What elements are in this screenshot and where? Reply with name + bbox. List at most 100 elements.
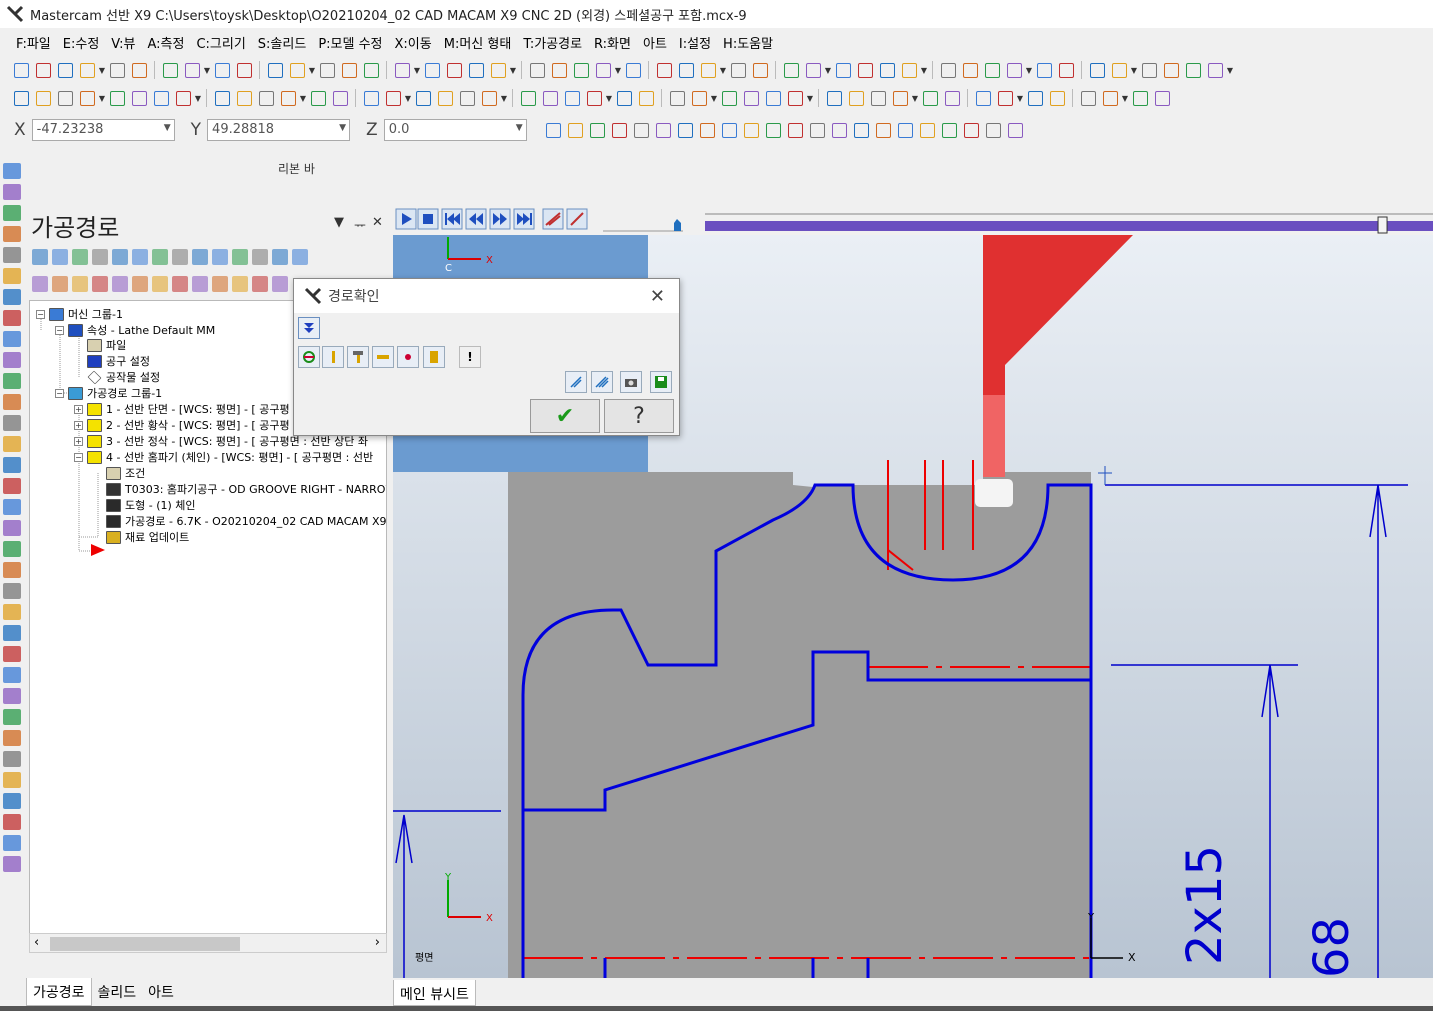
coord-tool-button-icon[interactable] bbox=[786, 120, 806, 140]
toolbar-button-icon[interactable] bbox=[654, 60, 674, 80]
forward-end-button[interactable] bbox=[513, 208, 535, 230]
toolbar-button-icon[interactable] bbox=[960, 60, 980, 80]
toolbar-button-icon[interactable] bbox=[339, 60, 359, 80]
toolbar-button-icon[interactable] bbox=[942, 88, 962, 108]
tree-node[interactable]: +3 - 선반 정삭 - [WCS: 평면] - [ 공구평면 : 선반 상단 … bbox=[74, 434, 368, 449]
toolbar-button-icon[interactable] bbox=[383, 88, 403, 108]
y-coord-field[interactable]: 49.28818 ▼ bbox=[207, 119, 351, 141]
collapse-icon[interactable]: − bbox=[55, 326, 64, 335]
toolbar-button-icon[interactable] bbox=[173, 88, 193, 108]
ok-button[interactable]: ✔ bbox=[530, 399, 600, 433]
panel-tool-icon[interactable] bbox=[152, 249, 168, 265]
coord-tool-button-icon[interactable] bbox=[544, 120, 564, 140]
toolbar-button-icon[interactable] bbox=[1025, 88, 1045, 108]
left-tool-icon[interactable] bbox=[3, 520, 21, 536]
left-tool-icon[interactable] bbox=[3, 583, 21, 599]
left-tool-icon[interactable] bbox=[3, 562, 21, 578]
dialog-option-1-button[interactable] bbox=[298, 346, 320, 368]
toolbar-button-icon[interactable] bbox=[920, 88, 940, 108]
coord-tool-button-icon[interactable] bbox=[896, 120, 916, 140]
chevron-down-icon[interactable]: ▼ bbox=[911, 88, 919, 108]
toolbar-button-icon[interactable] bbox=[234, 60, 254, 80]
toolbar-button-icon[interactable] bbox=[549, 60, 569, 80]
chevron-down-icon[interactable]: ▼ bbox=[203, 60, 211, 80]
toolbar-button-icon[interactable] bbox=[11, 88, 31, 108]
menu-item-3[interactable]: A:측정 bbox=[147, 33, 184, 52]
play-button[interactable] bbox=[395, 208, 417, 230]
toolbar-button-icon[interactable] bbox=[479, 88, 499, 108]
save-button[interactable] bbox=[650, 371, 672, 393]
toolbar-button-icon[interactable] bbox=[676, 60, 696, 80]
toolbar-button-icon[interactable] bbox=[413, 88, 433, 108]
left-tool-icon[interactable] bbox=[3, 436, 21, 452]
toolbar-button-icon[interactable] bbox=[182, 60, 202, 80]
speed-slider[interactable] bbox=[603, 219, 683, 232]
left-tool-icon[interactable] bbox=[3, 205, 21, 221]
menu-item-7[interactable]: X:이동 bbox=[395, 33, 432, 52]
tree-node[interactable]: 조건 bbox=[93, 466, 145, 481]
menu-item-8[interactable]: M:머신 형태 bbox=[444, 33, 512, 52]
panel-tool-icon[interactable] bbox=[92, 249, 108, 265]
toolbar-button-icon[interactable] bbox=[614, 88, 634, 108]
panel-tool-icon[interactable] bbox=[212, 276, 228, 292]
left-tool-icon[interactable] bbox=[3, 415, 21, 431]
chevron-down-icon[interactable]: ▼ bbox=[98, 88, 106, 108]
coord-tool-button-icon[interactable] bbox=[962, 120, 982, 140]
chevron-down-icon[interactable]: ▼ bbox=[1016, 88, 1024, 108]
panel-tool-icon[interactable] bbox=[192, 276, 208, 292]
coord-tool-button-icon[interactable] bbox=[984, 120, 1004, 140]
left-tool-icon[interactable] bbox=[3, 688, 21, 704]
coord-tool-button-icon[interactable] bbox=[764, 120, 784, 140]
dialog-option-3-button[interactable] bbox=[347, 346, 369, 368]
toolbar-button-icon[interactable] bbox=[689, 88, 709, 108]
chevron-down-icon[interactable]: ▼ bbox=[710, 88, 718, 108]
expand-icon[interactable]: + bbox=[74, 437, 83, 446]
panel-tool-icon[interactable] bbox=[272, 249, 288, 265]
chevron-down-icon[interactable]: ▼ bbox=[194, 88, 202, 108]
progress-handle[interactable] bbox=[1377, 216, 1388, 234]
chevron-down-icon[interactable]: ▼ bbox=[1121, 88, 1129, 108]
toolbar-button-icon[interactable] bbox=[466, 60, 486, 80]
coord-tool-button-icon[interactable] bbox=[698, 120, 718, 140]
toolbar-button-icon[interactable] bbox=[55, 88, 75, 108]
toolbar-button-icon[interactable] bbox=[1100, 88, 1120, 108]
toolbar-button-icon[interactable] bbox=[234, 88, 254, 108]
toolbar-button-icon[interactable] bbox=[129, 60, 149, 80]
toolbar-button-icon[interactable] bbox=[457, 88, 477, 108]
panel-tab-0[interactable]: 가공경로 bbox=[26, 978, 92, 1006]
panel-tool-icon[interactable] bbox=[112, 249, 128, 265]
left-tool-icon[interactable] bbox=[3, 709, 21, 725]
toolbar-button-icon[interactable] bbox=[1056, 60, 1076, 80]
left-tool-icon[interactable] bbox=[3, 793, 21, 809]
left-tool-icon[interactable] bbox=[3, 646, 21, 662]
toolbar-button-icon[interactable] bbox=[785, 88, 805, 108]
toolbar-button-icon[interactable] bbox=[667, 88, 687, 108]
toolbar-button-icon[interactable] bbox=[287, 60, 307, 80]
step-back-button[interactable] bbox=[465, 208, 487, 230]
dialog-option-6-button[interactable] bbox=[423, 346, 445, 368]
toolbar-button-icon[interactable] bbox=[728, 60, 748, 80]
toolbar-button-icon[interactable] bbox=[160, 60, 180, 80]
tree-node[interactable]: − 머신 그룹-1 bbox=[36, 307, 123, 322]
path-display-button[interactable] bbox=[542, 208, 564, 230]
toolbar-button-icon[interactable] bbox=[855, 60, 875, 80]
dialog-path-button-1[interactable] bbox=[565, 371, 587, 393]
panel-tool-icon[interactable] bbox=[152, 276, 168, 292]
toolbar-button-icon[interactable] bbox=[256, 88, 276, 108]
left-tool-icon[interactable] bbox=[3, 667, 21, 683]
chevron-down-icon[interactable]: ▼ bbox=[509, 60, 517, 80]
chevron-down-icon[interactable]: ▼ bbox=[404, 88, 412, 108]
tab-main-viewsheet[interactable]: 메인 뷰시트 bbox=[393, 980, 476, 1006]
menu-item-13[interactable]: H:도움말 bbox=[723, 33, 773, 52]
dialog-option-5-button[interactable] bbox=[397, 346, 419, 368]
collapse-expand-button[interactable] bbox=[298, 317, 320, 339]
tree-node[interactable]: +1 - 선반 단면 - [WCS: 평면] - [ 공구평 bbox=[74, 402, 290, 417]
toolbar-button-icon[interactable] bbox=[540, 88, 560, 108]
panel-tool-icon[interactable] bbox=[72, 276, 88, 292]
toolbar-button-icon[interactable] bbox=[77, 60, 97, 80]
toolbar-button-icon[interactable] bbox=[308, 88, 328, 108]
left-tool-icon[interactable] bbox=[3, 835, 21, 851]
toolbar-button-icon[interactable] bbox=[1034, 60, 1054, 80]
toolbar-button-icon[interactable] bbox=[877, 60, 897, 80]
left-tool-icon[interactable] bbox=[3, 352, 21, 368]
